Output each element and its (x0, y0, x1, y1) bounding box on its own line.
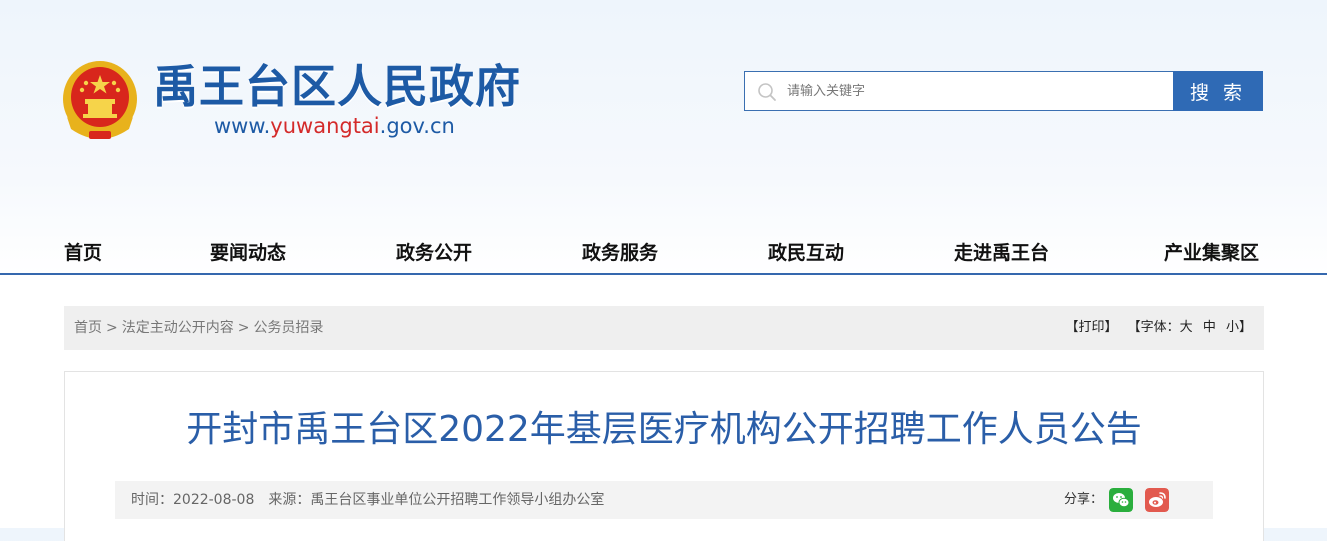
article-meta: 时间：2022-08-08 来源：禹王台区事业单位公开招聘工作领导小组办公室 (131, 481, 604, 519)
national-emblem-icon (63, 61, 137, 139)
site-url-suffix: .gov.cn (379, 114, 455, 138)
site-url-prefix: www. (214, 114, 271, 138)
site-url-highlight: yuwangtai (270, 114, 380, 138)
breadcrumb-separator: > (237, 320, 250, 336)
font-size-label: 【字体： (1127, 320, 1180, 335)
article-title: 开封市禹王台区2022年基层医疗机构公开招聘工作人员公告 (186, 409, 1142, 450)
time-label: 时间： (131, 492, 173, 508)
font-small-button[interactable]: 小 (1226, 320, 1239, 335)
font-size-close: 】 (1238, 320, 1252, 335)
main-nav: 首页 要闻动态 政务公开 政务服务 政民互动 走进禹王台 产业集聚区 (0, 236, 1327, 274)
weibo-icon[interactable] (1145, 488, 1169, 512)
share-label: 分享： (1063, 492, 1103, 507)
nav-item-about[interactable]: 走进禹王台 (954, 236, 1049, 270)
breadcrumb-home[interactable]: 首页 (74, 320, 102, 336)
site-url[interactable]: www.yuwangtai.gov.cn (214, 112, 455, 140)
nav-item-industry[interactable]: 产业集聚区 (1164, 236, 1259, 270)
nav-item-gov-open[interactable]: 政务公开 (396, 236, 472, 270)
nav-item-gov-service[interactable]: 政务服务 (582, 236, 658, 270)
breadcrumb-civil-recruit[interactable]: 公务员招录 (253, 320, 323, 336)
font-large-button[interactable]: 大 (1180, 320, 1193, 335)
breadcrumb-separator: > (106, 320, 118, 336)
nav-item-home[interactable]: 首页 (64, 236, 102, 270)
font-medium-button[interactable]: 中 (1203, 320, 1216, 335)
search-icon (758, 83, 776, 101)
site-title: 禹王台区人民政府 (153, 60, 522, 113)
nav-item-interaction[interactable]: 政民互动 (768, 236, 844, 270)
print-button[interactable]: 【打印】 (1065, 320, 1117, 335)
source-label: 来源： (268, 492, 311, 508)
publish-date: 2022-08-08 (173, 492, 255, 508)
nav-item-news[interactable]: 要闻动态 (210, 236, 286, 270)
nav-divider (0, 273, 1327, 275)
search-input[interactable] (787, 72, 1167, 110)
breadcrumb-bar: 首页 > 法定主动公开内容 > 公务员招录 【打印】 【字体：大 中 小】 (64, 306, 1264, 350)
breadcrumb-open-content[interactable]: 法定主动公开内容 (122, 320, 234, 336)
article-card: 开封市禹王台区2022年基层医疗机构公开招聘工作人员公告 时间：2022-08-… (64, 371, 1264, 541)
page-tools: 【打印】 【字体：大 中 小】 (1065, 306, 1252, 350)
article-meta-bar: 时间：2022-08-08 来源：禹王台区事业单位公开招聘工作领导小组办公室 分享… (115, 481, 1213, 519)
wechat-icon[interactable] (1109, 488, 1133, 512)
search-button[interactable]: 搜 索 (1173, 71, 1263, 111)
source-value: 禹王台区事业单位公开招聘工作领导小组办公室 (310, 492, 605, 508)
breadcrumb: 首页 > 法定主动公开内容 > 公务员招录 (74, 306, 323, 350)
search-box (744, 71, 1173, 111)
